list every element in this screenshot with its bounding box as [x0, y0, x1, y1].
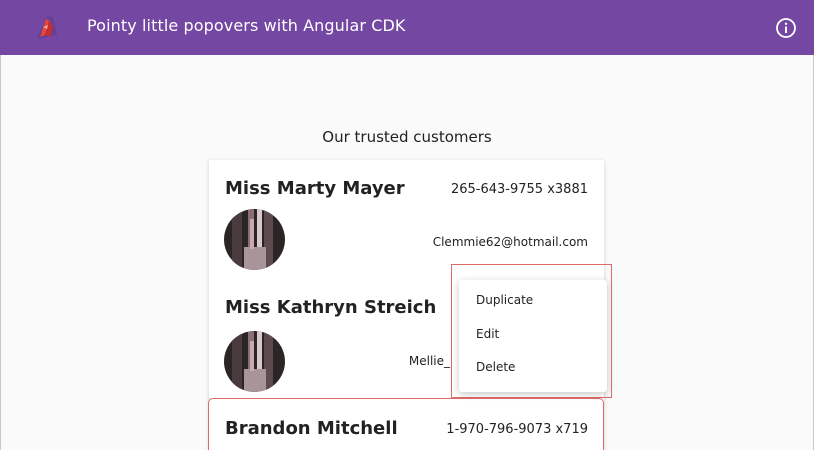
customer-name: Miss Marty Mayer	[225, 178, 405, 199]
menu-item-edit[interactable]: Edit	[476, 327, 499, 341]
menu-item-duplicate[interactable]: Duplicate	[476, 293, 533, 307]
customer-name: Miss Kathryn Streich	[225, 297, 437, 318]
customer-email: Mellie_	[408, 354, 450, 368]
list-heading: Our trusted customers	[322, 128, 492, 146]
app-toolbar: Pointy little popovers with Angular CDK	[0, 0, 814, 55]
customer-phone: 265-643-9755 x3881	[450, 182, 588, 197]
app-title: Pointy little popovers with Angular CDK	[87, 16, 406, 35]
avatar	[224, 331, 285, 392]
customer-phone: 1-970-796-9073 x719	[446, 422, 588, 437]
menu-item-delete[interactable]: Delete	[476, 360, 515, 374]
angular-logo-icon	[37, 16, 57, 39]
info-icon[interactable]	[775, 17, 797, 39]
avatar	[224, 209, 285, 270]
customer-email: Clemmie62@hotmail.com	[432, 235, 588, 249]
customer-name: Brandon Mitchell	[225, 418, 398, 439]
